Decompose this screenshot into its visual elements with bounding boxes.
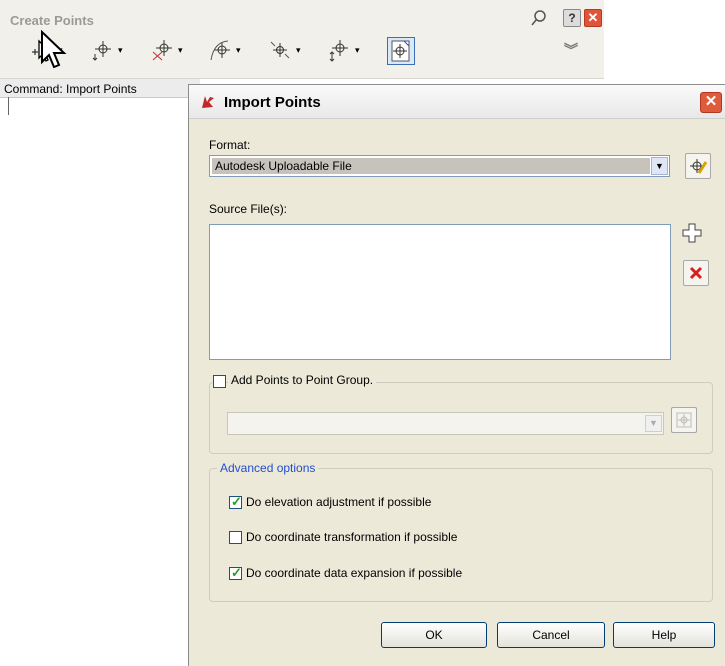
dialog-titlebar[interactable]: Import Points ✕ <box>189 85 725 119</box>
command-line: Command: Import Points <box>0 79 200 98</box>
toolbar-title: Create Points <box>10 13 94 28</box>
coordinate-data-expansion-checkbox[interactable]: ✓ <box>229 565 242 580</box>
point-import-tool[interactable] <box>387 37 415 65</box>
source-files-list[interactable] <box>209 224 671 360</box>
cancel-button[interactable]: Cancel <box>497 622 605 648</box>
point-alignment-icon <box>210 40 230 61</box>
elevation-adjustment-label: Do elevation adjustment if possible <box>246 495 432 509</box>
point-interpolate-icon <box>329 40 348 62</box>
pin-icon[interactable] <box>530 9 548 27</box>
point-intersection-tool[interactable]: ▾ <box>150 36 183 64</box>
add-to-point-group-checkbox[interactable] <box>213 375 226 388</box>
dropdown-caret[interactable]: ▾ <box>118 45 123 56</box>
chevron-down-icon[interactable]: ▼ <box>651 157 668 175</box>
mouse-cursor-icon <box>41 30 67 69</box>
add-icon <box>682 223 702 243</box>
add-to-point-group-label: Add Points to Point Group. <box>228 373 377 387</box>
dropdown-caret[interactable]: ▾ <box>355 45 360 56</box>
edit-point-format-icon <box>690 159 708 174</box>
point-group-select: ▼ <box>227 412 664 435</box>
point-group-icon <box>676 412 692 428</box>
point-intersection-icon <box>152 40 172 61</box>
format-select[interactable]: Autodesk Uploadable File ▼ <box>209 155 670 177</box>
command-text: Command: Import Points <box>4 82 137 96</box>
coordinate-data-expansion-label: Do coordinate data expansion if possible <box>246 566 463 580</box>
divider <box>8 97 9 115</box>
import-points-dialog: Import Points ✕ Format: Autodesk Uploada… <box>188 84 725 666</box>
point-insert-tool[interactable]: ▾ <box>90 36 123 64</box>
chevron-down-icon: ▼ <box>645 415 662 432</box>
more-tools-icon[interactable]: ︾ <box>564 40 578 60</box>
dialog-title: Import Points <box>224 94 321 111</box>
remove-file-button[interactable] <box>683 260 709 286</box>
add-file-button[interactable] <box>679 220 705 246</box>
point-insert-icon <box>92 41 111 61</box>
dropdown-caret[interactable]: ▾ <box>296 45 301 56</box>
point-group-properties-button <box>671 407 697 433</box>
dialog-close-button[interactable]: ✕ <box>700 92 722 113</box>
point-import-icon <box>391 40 410 62</box>
format-value: Autodesk Uploadable File <box>212 158 650 174</box>
elevation-adjustment-checkbox[interactable]: ✓ <box>229 494 242 509</box>
toolbar-close-icon[interactable]: ✕ <box>584 9 602 27</box>
format-label: Format: <box>209 138 251 152</box>
point-alignment-tool[interactable]: ▾ <box>208 36 241 64</box>
source-files-label: Source File(s): <box>209 202 288 216</box>
dropdown-caret[interactable]: ▾ <box>236 45 241 56</box>
help-icon[interactable]: ? <box>563 9 581 27</box>
create-points-toolbar: Create Points ? ✕ ▾ ▾ ▾ ▾ ▾ ︾ <box>0 0 604 79</box>
coordinate-transformation-checkbox[interactable] <box>229 531 242 544</box>
point-interpolate-tool[interactable]: ▾ <box>327 36 360 64</box>
checkmark-icon: ✓ <box>231 494 242 509</box>
help-button[interactable]: Help <box>613 622 715 648</box>
dropdown-caret[interactable]: ▾ <box>178 45 183 56</box>
coordinate-transformation-label: Do coordinate transformation if possible <box>246 530 458 544</box>
app-icon <box>200 94 216 113</box>
edit-format-button[interactable] <box>685 153 711 179</box>
point-surface-tool[interactable]: ▾ <box>268 36 301 64</box>
point-surface-icon <box>270 41 290 59</box>
ok-button[interactable]: OK <box>381 622 487 648</box>
checkmark-icon: ✓ <box>231 565 242 580</box>
advanced-options-caption: Advanced options <box>217 461 319 475</box>
delete-icon <box>689 266 703 280</box>
